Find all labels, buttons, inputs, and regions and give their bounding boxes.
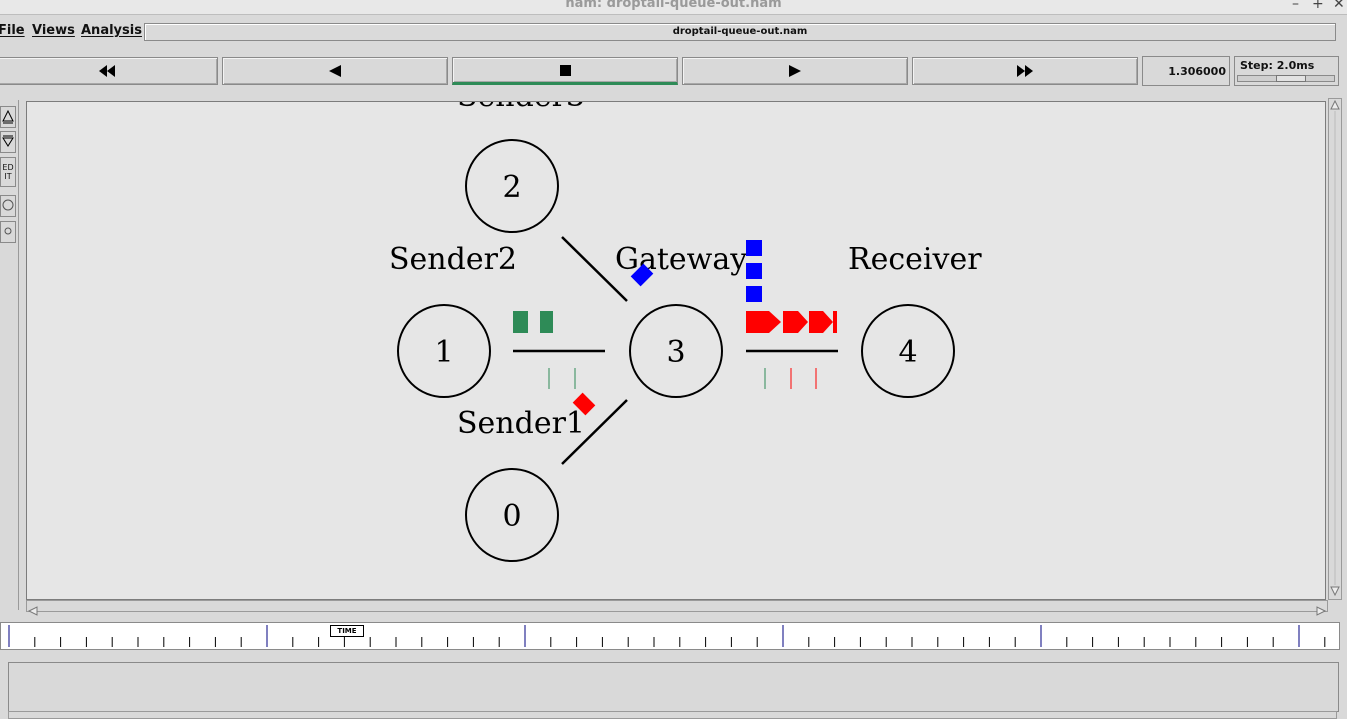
edit-toolbar: ED IT (0, 100, 19, 610)
horizontal-scrollbar[interactable] (26, 600, 1328, 616)
packet-red (746, 311, 781, 333)
zoom-out-icon (2, 135, 14, 147)
step-slider-thumb[interactable] (1276, 75, 1306, 82)
play-backward-icon (329, 65, 341, 77)
menu-file[interactable]: File (0, 23, 25, 38)
node-1-label: Sender2 (389, 242, 517, 277)
step-label: Step: 2.0ms (1240, 59, 1315, 72)
queued-packet-blue (746, 263, 762, 279)
node-0-label: Sender1 (457, 406, 585, 441)
timeline-ticks (8, 625, 1326, 647)
play-backward-button[interactable] (222, 57, 448, 85)
queued-packet-blue (746, 240, 762, 256)
packet-green (513, 311, 528, 333)
window-title: nam: droptail-queue-out.nam (565, 0, 782, 11)
minimize-button[interactable]: – (1292, 0, 1299, 12)
zoom-in-button[interactable] (0, 106, 16, 128)
small-circle-icon (4, 227, 12, 235)
fast-forward-button[interactable] (912, 57, 1138, 85)
node-3-label: Gateway (615, 242, 747, 277)
network-topology: 2 1 3 4 0 Sender3 Sender2 Gateway Receiv… (389, 102, 982, 562)
close-button[interactable]: ✕ (1333, 0, 1345, 12)
packet-green (540, 311, 553, 333)
menu-analysis[interactable]: Analysis (81, 23, 142, 38)
edit-button[interactable]: ED IT (0, 157, 16, 187)
current-time: 1.306000 (1142, 56, 1230, 86)
zoom-in-icon (2, 109, 14, 124)
node-0-id: 0 (502, 499, 521, 534)
timeline-slider[interactable]: TIME (0, 622, 1340, 650)
file-name-display: droptail-queue-out.nam (144, 23, 1336, 41)
network-canvas[interactable]: 2 1 3 4 0 Sender3 Sender2 Gateway Receiv… (26, 101, 1326, 600)
step-control: Step: 2.0ms (1234, 56, 1339, 86)
annotation-panel[interactable] (8, 662, 1339, 712)
node-2-id: 2 (502, 170, 521, 205)
packet-red (783, 311, 808, 333)
play-forward-button[interactable] (682, 57, 908, 85)
vertical-scrollbar[interactable] (1328, 98, 1342, 600)
time-marker[interactable]: TIME (330, 625, 364, 637)
play-forward-icon (789, 65, 801, 77)
small-circle-tool-button[interactable] (0, 221, 16, 243)
circle-tool-button[interactable] (0, 195, 16, 217)
fast-rewind-button[interactable] (0, 57, 218, 85)
node-3-id: 3 (666, 335, 685, 370)
circle-icon (2, 199, 14, 211)
title-bar: nam: droptail-queue-out.nam – + ✕ (0, 0, 1347, 15)
node-4-id: 4 (898, 335, 917, 370)
packet-red (809, 311, 833, 333)
annotation-scrollbar[interactable] (8, 711, 1337, 719)
node-4-label: Receiver (848, 242, 982, 277)
queued-packet-blue (746, 286, 762, 302)
menu-views[interactable]: Views (32, 23, 75, 38)
stop-icon (559, 64, 571, 76)
vertical-scrollbar-arrows (1330, 99, 1340, 597)
stop-button[interactable] (452, 57, 678, 85)
step-slider[interactable] (1237, 75, 1335, 82)
fast-rewind-icon (99, 65, 115, 77)
node-1-id: 1 (434, 335, 453, 370)
maximize-button[interactable]: + (1312, 0, 1324, 12)
fast-forward-icon (1017, 65, 1033, 77)
packet-red (833, 311, 837, 333)
zoom-out-button[interactable] (0, 131, 16, 153)
horizontal-scrollbar-arrows (27, 606, 1327, 616)
node-2-label: Sender3 (457, 102, 585, 114)
